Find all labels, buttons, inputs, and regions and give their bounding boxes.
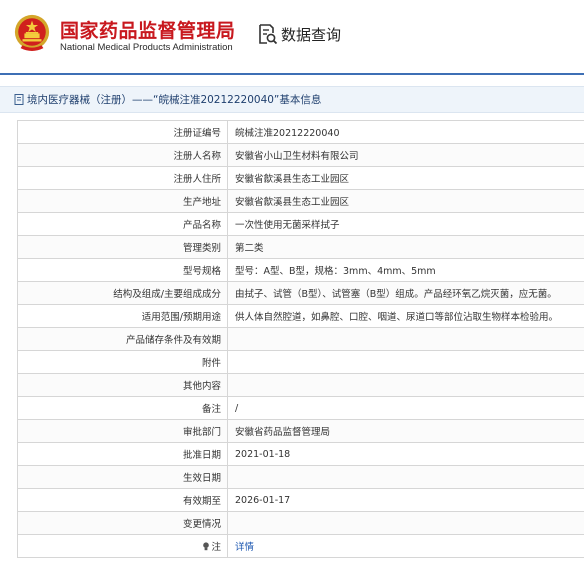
field-value: 安徽省药品监督管理局: [227, 419, 584, 443]
org-name-cn: 国家药品监督管理局: [60, 20, 236, 42]
document-icon: [14, 94, 24, 105]
table-row: 适用范围/预期用途 供人体自然腔道，如鼻腔、口腔、咽道、尿道口等部位沾取生物样本检…: [17, 304, 584, 328]
field-value: [227, 327, 584, 351]
note-label-cell: 注: [17, 534, 228, 558]
field-label: 注册人名称: [17, 143, 228, 167]
detail-table: 注册证编号 皖械注准20212220040 注册人名称 安徽省小山卫生材料有限公司 注册…: [17, 120, 584, 558]
table-row: 生产地址 安徽省歙溪县生态工业园区: [17, 189, 584, 213]
national-emblem-icon: [14, 14, 50, 51]
field-label: 产品名称: [17, 212, 228, 236]
field-label: 其他内容: [17, 373, 228, 397]
field-label: 有效期至: [17, 488, 228, 512]
table-row: 产品名称 一次性使用无菌采样拭子: [17, 212, 584, 236]
field-label: 注册证编号: [17, 120, 228, 144]
field-value: 由拭子、试管（B型）、试管塞（B型）组成。产品经环氧乙烷灭菌，应无菌。: [227, 281, 584, 305]
note-row: 注 详情: [17, 534, 584, 558]
table-row: 注册人名称 安徽省小山卫生材料有限公司: [17, 143, 584, 167]
section-title: 境内医疗器械（注册）——“皖械注准20212220040”基本信息: [27, 94, 322, 106]
table-row: 生效日期: [17, 465, 584, 489]
field-value: 2021-01-18: [227, 442, 584, 466]
header-divider: [0, 73, 584, 75]
note-value-cell: 详情: [227, 534, 584, 558]
field-label: 备注: [17, 396, 228, 420]
data-query-label: 数据查询: [281, 25, 342, 44]
field-value: 安徽省小山卫生材料有限公司: [227, 143, 584, 167]
data-query-link[interactable]: 数据查询: [258, 23, 341, 45]
field-value: 2026-01-17: [227, 488, 584, 512]
table-row: 附件: [17, 350, 584, 374]
table-row: 管理类别 第二类: [17, 235, 584, 259]
search-document-icon: [259, 24, 278, 45]
field-value: 第二类: [227, 235, 584, 259]
details-link[interactable]: 详情: [235, 542, 254, 553]
field-label: 产品储存条件及有效期: [17, 327, 228, 351]
field-value: 型号：A型、B型，规格：3mm、4mm、5mm: [227, 258, 584, 282]
field-value: [227, 350, 584, 374]
table-row: 注册人住所 安徽省歙溪县生态工业园区: [17, 166, 584, 190]
table-row: 型号规格 型号：A型、B型，规格：3mm、4mm、5mm: [17, 258, 584, 282]
org-name-en: National Medical Products Administration: [60, 42, 233, 53]
lightbulb-icon: [203, 542, 210, 551]
table-row: 有效期至 2026-01-17: [17, 488, 584, 512]
table-row: 其他内容: [17, 373, 584, 397]
table-row: 批准日期 2021-01-18: [17, 442, 584, 466]
table-row: 结构及组成/主要组成成分 由拭子、试管（B型）、试管塞（B型）组成。产品经环氧乙烷…: [17, 281, 584, 305]
field-value: 皖械注准20212220040: [227, 120, 584, 144]
field-value: 供人体自然腔道，如鼻腔、口腔、咽道、尿道口等部位沾取生物样本检验用。: [227, 304, 584, 328]
field-label: 附件: [17, 350, 228, 374]
field-value: [227, 373, 584, 397]
field-value: [227, 511, 584, 535]
table-row: 变更情况: [17, 511, 584, 535]
field-label: 变更情况: [17, 511, 228, 535]
site-header: 国家药品监督管理局 National Medical Products Admi…: [0, 0, 584, 76]
table-row: 产品储存条件及有效期: [17, 327, 584, 351]
field-label: 生产地址: [17, 189, 228, 213]
field-value: 一次性使用无菌采样拭子: [227, 212, 584, 236]
field-label: 批准日期: [17, 442, 228, 466]
field-label: 审批部门: [17, 419, 228, 443]
section-header: 境内医疗器械（注册）——“皖械注准20212220040”基本信息: [0, 86, 584, 113]
field-label: 适用范围/预期用途: [17, 304, 228, 328]
field-label: 管理类别: [17, 235, 228, 259]
field-value: 安徽省歙溪县生态工业园区: [227, 166, 584, 190]
field-value: /: [227, 396, 584, 420]
field-value: [227, 465, 584, 489]
field-value: 安徽省歙溪县生态工业园区: [227, 189, 584, 213]
table-row: 注册证编号 皖械注准20212220040: [17, 120, 584, 144]
field-label: 型号规格: [17, 258, 228, 282]
table-row: 审批部门 安徽省药品监督管理局: [17, 419, 584, 443]
field-label: 注册人住所: [17, 166, 228, 190]
table-row: 备注 /: [17, 396, 584, 420]
field-label: 结构及组成/主要组成成分: [17, 281, 228, 305]
field-label: 生效日期: [17, 465, 228, 489]
note-label: 注: [211, 542, 221, 553]
